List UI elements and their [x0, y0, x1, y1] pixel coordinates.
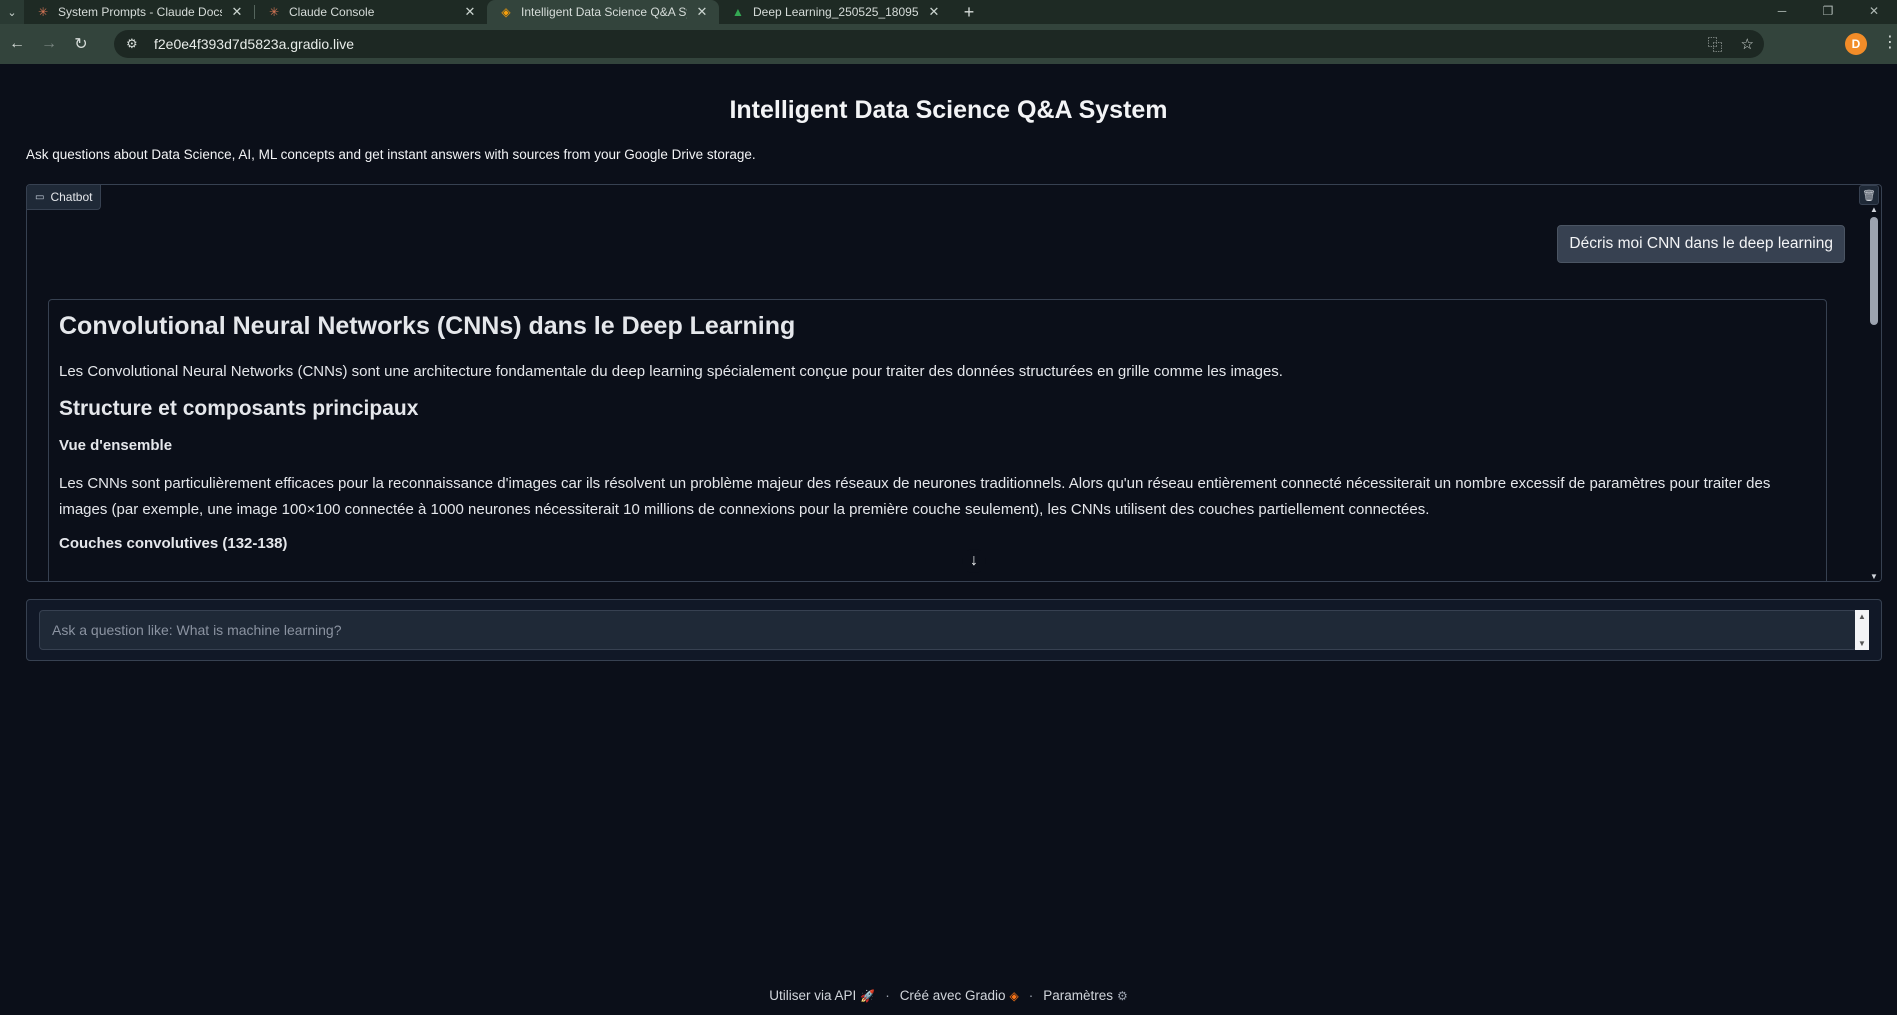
gradio-icon: ◈	[501, 5, 511, 19]
close-icon[interactable]: ✕	[927, 4, 941, 20]
built-with-gradio-link[interactable]: Créé avec Gradio ◈	[900, 988, 1019, 1003]
tab-title: Deep Learning_250525_180950	[753, 5, 919, 19]
translate-icon[interactable]: ⿻	[1708, 34, 1723, 55]
reload-icon[interactable]: ↻	[66, 29, 96, 59]
back-arrow-icon[interactable]: ←	[2, 29, 32, 59]
tab-title: Claude Console	[289, 5, 375, 19]
input-scroll-up-icon[interactable]: ▲	[1858, 612, 1866, 621]
page-title: Intelligent Data Science Q&A System	[729, 96, 1168, 124]
site-settings-icon[interactable]: ⚙	[126, 36, 144, 52]
new-tab-button[interactable]: +	[957, 2, 981, 23]
forward-arrow-icon[interactable]: →	[34, 29, 64, 59]
gradio-page: Intelligent Data Science Q&A System Ask …	[0, 64, 1897, 1015]
settings-link-text[interactable]: Paramètres	[1043, 988, 1113, 1003]
api-link-text[interactable]: Utiliser via API	[769, 988, 856, 1003]
gear-icon: ⚙	[1117, 989, 1128, 1003]
tab-title: Intelligent Data Science Q&A Sy	[521, 5, 687, 19]
browser-tab-claude-console[interactable]: ✳ Claude Console ✕	[255, 0, 487, 24]
input-panel: ▲ ▼	[26, 599, 1882, 661]
response-heading: Convolutional Neural Networks (CNNs) dan…	[59, 312, 796, 340]
restore-icon[interactable]: ❐	[1805, 0, 1851, 24]
footer: Utiliser via API 🚀 · Créé avec Gradio ◈ · …	[0, 988, 1897, 1003]
chatbot-panel: ▭ Chatbot 🗑 Décris moi CNN dans le deep …	[26, 184, 1882, 582]
scroll-up-arrow-icon[interactable]: ▲	[1867, 205, 1881, 214]
gradio-logo-icon: ◈	[1009, 989, 1019, 1003]
browser-menu-icon[interactable]: ⋮	[1882, 32, 1897, 52]
response-intro: Les Convolutional Neural Networks (CNNs)…	[59, 363, 1283, 380]
user-message: Décris moi CNN dans le deep learning	[1557, 225, 1845, 263]
chat-bubble-icon: ▭	[35, 191, 45, 203]
claude-asterisk-icon: ✳	[37, 5, 49, 19]
browser-tabstrip: ⌄ ✳ System Prompts - Claude Docs ✕ ✳ Cla…	[0, 0, 1897, 24]
address-bar[interactable]: ⚙ f2e0e4f393d7d5823a.gradio.live ⿻ ☆	[114, 30, 1764, 58]
close-icon[interactable]: ✕	[695, 4, 709, 20]
scroll-down-arrow-icon[interactable]: ▼	[1867, 572, 1881, 581]
question-input[interactable]	[39, 610, 1857, 650]
tab-title: System Prompts - Claude Docs	[58, 5, 222, 19]
window-controls: ─ ❐ ✕	[1759, 0, 1897, 24]
url-text[interactable]: f2e0e4f393d7d5823a.gradio.live	[154, 36, 354, 52]
input-scroll-down-icon[interactable]: ▼	[1858, 639, 1866, 648]
browser-tab-system-prompts[interactable]: ✳ System Prompts - Claude Docs ✕	[24, 0, 254, 24]
google-drive-icon: ▲	[732, 5, 744, 19]
chatbot-label-text: Chatbot	[50, 190, 93, 204]
use-via-api-link[interactable]: Utiliser via API 🚀	[769, 988, 875, 1003]
tab-search-chevron-icon[interactable]: ⌄	[0, 0, 24, 24]
browser-toolbar: ← → ↻ ⚙ f2e0e4f393d7d5823a.gradio.live ⿻…	[0, 24, 1897, 64]
close-icon[interactable]: ✕	[463, 4, 477, 20]
rocket-icon: 🚀	[860, 989, 876, 1003]
scrollbar-thumb[interactable]	[1870, 217, 1878, 325]
response-overview-text: Les CNNs sont particulièrement efficaces…	[59, 475, 1771, 518]
close-window-icon[interactable]: ✕	[1851, 0, 1897, 24]
chat-scrollbar[interactable]: ▲ ▼	[1867, 205, 1881, 581]
chatbot-label: ▭ Chatbot	[27, 185, 102, 210]
footer-separator: ·	[885, 988, 890, 1003]
page-description: Ask questions about Data Science, AI, ML…	[26, 147, 756, 162]
profile-avatar[interactable]: D	[1845, 33, 1867, 55]
footer-separator: ·	[1028, 988, 1034, 1003]
trash-icon[interactable]: 🗑	[1859, 185, 1879, 205]
response-overview-heading: Vue d'ensemble	[59, 437, 173, 454]
browser-tab-qa-system[interactable]: ◈ Intelligent Data Science Q&A Sy ✕	[487, 0, 719, 24]
bookmark-star-icon[interactable]: ☆	[1741, 35, 1754, 53]
response-conv-heading: Couches convolutives (132-138)	[59, 535, 288, 552]
scroll-to-bottom-icon[interactable]: ↓	[962, 549, 986, 573]
settings-link[interactable]: Paramètres ⚙	[1043, 988, 1128, 1003]
minimize-icon[interactable]: ─	[1759, 0, 1805, 24]
bot-message: Convolutional Neural Networks (CNNs) dan…	[48, 299, 1827, 581]
response-subheading: Structure et composants principaux	[59, 397, 419, 420]
browser-tab-google-drive[interactable]: ▲ Deep Learning_250525_180950 ✕	[719, 0, 951, 24]
input-scrollbar[interactable]: ▲ ▼	[1855, 610, 1869, 650]
claude-asterisk-icon: ✳	[268, 5, 280, 19]
gradio-link-text[interactable]: Créé avec Gradio	[900, 988, 1006, 1003]
close-icon[interactable]: ✕	[230, 4, 244, 20]
